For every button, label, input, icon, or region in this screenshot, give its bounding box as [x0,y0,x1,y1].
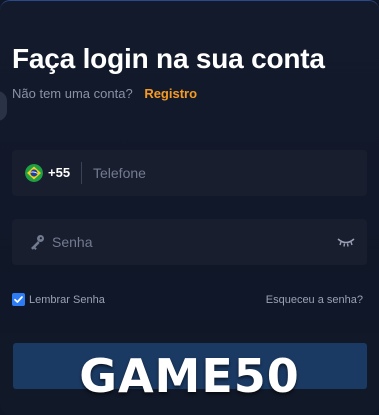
phone-input[interactable] [93,158,353,188]
no-account-text: Não tem uma conta? [12,86,133,101]
forgot-password-link[interactable]: Esqueceu a senha? [266,294,363,306]
page-title: Faça login na sua conta [12,43,325,74]
password-input[interactable] [52,227,332,257]
phone-field[interactable]: +55 [12,150,367,196]
key-icon [28,233,46,251]
register-link[interactable]: Registro [144,86,197,101]
remember-password-checkbox[interactable]: Lembrar Senha [12,293,105,306]
country-code[interactable]: +55 [48,165,70,180]
login-panel: Faça login na sua conta Não tem uma cont… [0,0,379,415]
register-prompt: Não tem uma conta? Registro [12,86,197,101]
side-tab-handle[interactable] [0,91,7,121]
checkbox-checked-icon[interactable] [12,293,25,306]
remember-password-label[interactable]: Lembrar Senha [29,294,105,306]
brazil-flag-icon[interactable] [25,164,43,182]
eye-closed-icon[interactable] [337,235,355,247]
promo-button[interactable] [13,343,367,389]
password-field[interactable] [12,219,367,265]
field-divider [81,162,82,184]
